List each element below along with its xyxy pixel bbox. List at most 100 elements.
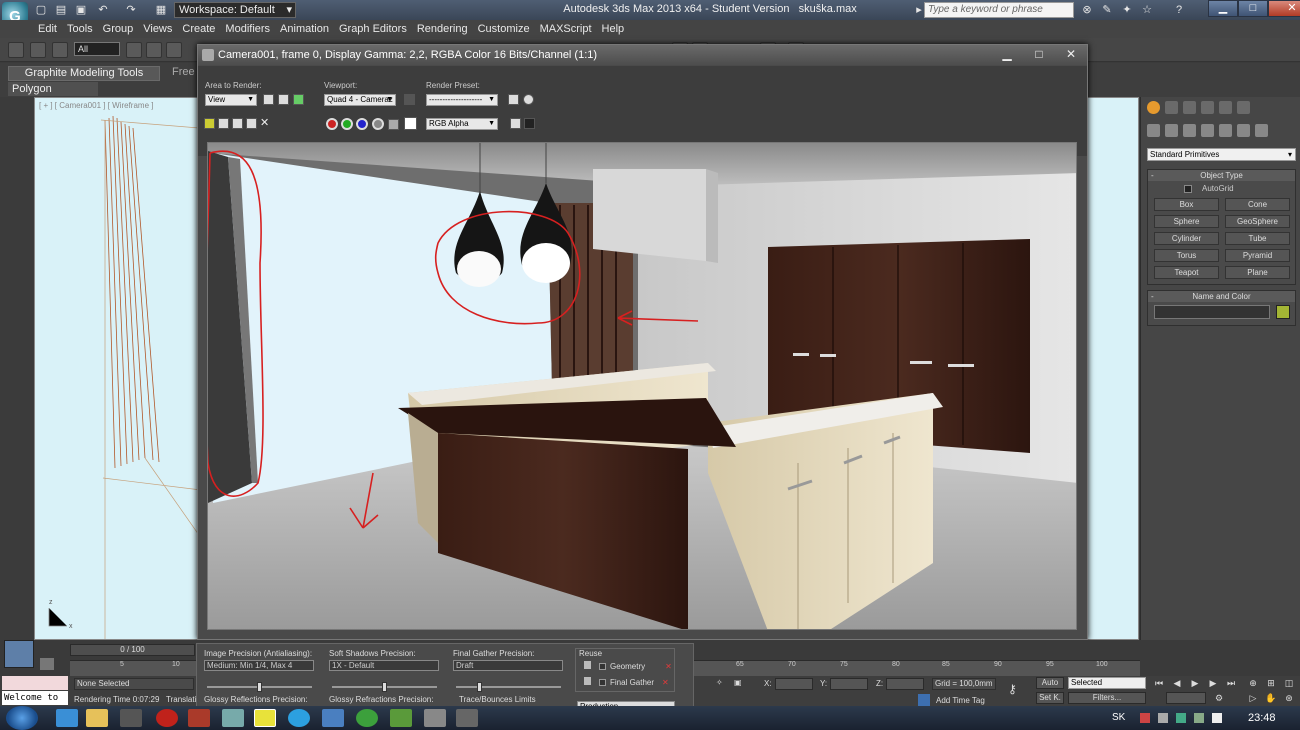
rectangular-selection-icon[interactable]	[166, 42, 182, 58]
background-color-swatch[interactable]	[404, 117, 417, 130]
name-color-title[interactable]: - Name and Color	[1148, 291, 1295, 302]
menu-views[interactable]: Views	[143, 20, 182, 38]
x-coordinate[interactable]: X:	[764, 678, 813, 690]
final-gather-thumb[interactable]	[477, 682, 482, 692]
autogrid-checkbox[interactable]: AutoGrid	[1184, 184, 1234, 193]
copy-image-icon[interactable]	[218, 118, 229, 129]
auto-key-button[interactable]: Auto	[1036, 677, 1064, 689]
calendar-icon[interactable]	[254, 709, 276, 727]
goto-start-icon[interactable]: ⏮	[1152, 677, 1166, 689]
edit-region-icon[interactable]	[263, 94, 274, 105]
viewport-dropdown[interactable]: Quad 4 - Cameraz ▼	[324, 94, 396, 106]
favorites-icon[interactable]: ☆	[1140, 3, 1154, 17]
display-tab-icon[interactable]	[1219, 101, 1232, 114]
box-button[interactable]: Box	[1154, 198, 1219, 211]
redo-icon[interactable]: ↷	[124, 3, 138, 17]
time-tag-icon[interactable]	[918, 694, 930, 706]
viewport-camera-wireframe[interactable]: [ + ] [ Camera001 ] [ Wireframe ] z x	[34, 97, 200, 640]
save-image-icon[interactable]	[204, 118, 215, 129]
image-precision-thumb[interactable]	[257, 682, 262, 692]
selection-lock-icon[interactable]: ✧	[716, 678, 723, 687]
app-icon[interactable]	[188, 709, 210, 727]
environment-icon[interactable]	[523, 94, 534, 105]
tab-freeform[interactable]: Free	[172, 66, 195, 78]
new-file-icon[interactable]: ▢	[34, 3, 48, 17]
torus-button[interactable]: Torus	[1154, 249, 1219, 262]
object-name-input[interactable]	[1154, 305, 1270, 319]
maximize-button[interactable]: □	[1238, 0, 1268, 17]
bind-space-warp-icon[interactable]	[52, 42, 68, 58]
opera-icon[interactable]	[156, 709, 178, 727]
geometry-checkbox[interactable]	[599, 663, 606, 671]
field-of-view-icon[interactable]: ▷	[1246, 692, 1260, 704]
key-icon[interactable]: ⚷	[1008, 682, 1028, 696]
render-minimize-button[interactable]: ▁	[997, 47, 1017, 61]
object-color-swatch[interactable]	[1276, 305, 1290, 319]
sphere-button[interactable]: Sphere	[1154, 215, 1219, 228]
geosphere-button[interactable]: GeoSphere	[1225, 215, 1290, 228]
zoom-all-icon[interactable]: ⊞	[1264, 677, 1278, 689]
network-icon[interactable]	[1176, 713, 1186, 723]
absolute-mode-icon[interactable]: ▣	[734, 678, 742, 687]
clear-final-gather-icon[interactable]: ✕	[662, 678, 669, 687]
panel-polygon-modeling[interactable]: Polygon Modeling	[8, 82, 98, 109]
open-file-icon[interactable]: ▤	[54, 3, 68, 17]
start-button[interactable]	[6, 706, 38, 730]
auto-region-icon[interactable]	[278, 94, 289, 105]
clock[interactable]: 23:48	[1248, 712, 1276, 724]
current-frame-field[interactable]	[1166, 692, 1206, 704]
communication-icon[interactable]: ✦	[1120, 3, 1134, 17]
space-warps-icon[interactable]	[1237, 124, 1250, 137]
menu-edit[interactable]: Edit	[38, 20, 67, 38]
subscription-icon[interactable]: ✎	[1100, 3, 1114, 17]
teapot-button[interactable]: Teapot	[1154, 266, 1219, 279]
cylinder-button[interactable]: Cylinder	[1154, 232, 1219, 245]
time-slider[interactable]: 0 / 100	[70, 644, 195, 656]
unlink-icon[interactable]	[30, 42, 46, 58]
area-to-render-dropdown[interactable]: View ▼	[205, 94, 257, 106]
final-gather-checkbox[interactable]	[599, 679, 606, 687]
blue-channel-icon[interactable]	[356, 118, 368, 130]
search-input[interactable]: Type a keyword or phrase	[924, 2, 1074, 18]
selection-filter-dropdown[interactable]: All	[74, 42, 120, 56]
print-image-icon[interactable]	[246, 118, 257, 129]
menu-create[interactable]: Create	[182, 20, 225, 38]
menu-tools[interactable]: Tools	[67, 20, 103, 38]
help-icon[interactable]: ?	[1172, 3, 1186, 17]
menu-customize[interactable]: Customize	[478, 20, 540, 38]
orbit-icon[interactable]: ⊛	[1282, 692, 1296, 704]
workspace-dropdown[interactable]: Workspace: Default ▾	[174, 2, 296, 18]
keyboard-language[interactable]: SK	[1112, 712, 1125, 723]
file-explorer-icon[interactable]	[86, 709, 108, 727]
tray-icon[interactable]	[1140, 713, 1150, 723]
render-setup-dialog-icon[interactable]	[508, 94, 519, 105]
menu-graph-editors[interactable]: Graph Editors	[339, 20, 417, 38]
toggle-ui-overlay-icon[interactable]	[510, 118, 521, 129]
utorrent-icon[interactable]	[356, 709, 378, 727]
shapes-icon[interactable]	[1165, 124, 1178, 137]
menu-modifiers[interactable]: Modifiers	[225, 20, 280, 38]
menu-animation[interactable]: Animation	[280, 20, 339, 38]
object-type-title[interactable]: - Object Type	[1148, 170, 1295, 181]
pan-icon[interactable]: ✋	[1264, 692, 1278, 704]
cameras-icon[interactable]	[1201, 124, 1214, 137]
project-folder-icon[interactable]: ▦	[154, 3, 168, 17]
volume-icon[interactable]	[1212, 713, 1222, 723]
hierarchy-tab-icon[interactable]	[1183, 101, 1196, 114]
time-config-icon[interactable]: ⚙	[1212, 692, 1226, 704]
create-tab-icon[interactable]	[1147, 101, 1160, 114]
minimize-button[interactable]: ▁	[1208, 0, 1238, 17]
soft-shadows-thumb[interactable]	[382, 682, 387, 692]
helpers-icon[interactable]	[1219, 124, 1232, 137]
select-by-name-icon[interactable]	[146, 42, 162, 58]
binoculars-icon[interactable]: ⊗	[1080, 3, 1094, 17]
media-player-icon[interactable]	[120, 709, 142, 727]
zoom-icon[interactable]: ⊕	[1246, 677, 1260, 689]
app-icon[interactable]	[424, 709, 446, 727]
undo-icon[interactable]: ↶	[96, 3, 110, 17]
monochrome-icon[interactable]	[388, 119, 399, 130]
final-gather-precision-field[interactable]: Draft	[453, 660, 563, 671]
skype-icon[interactable]	[288, 709, 310, 727]
tab-graphite-modeling-tools[interactable]: Graphite Modeling Tools	[8, 66, 160, 81]
tray-icon[interactable]	[1158, 713, 1168, 723]
